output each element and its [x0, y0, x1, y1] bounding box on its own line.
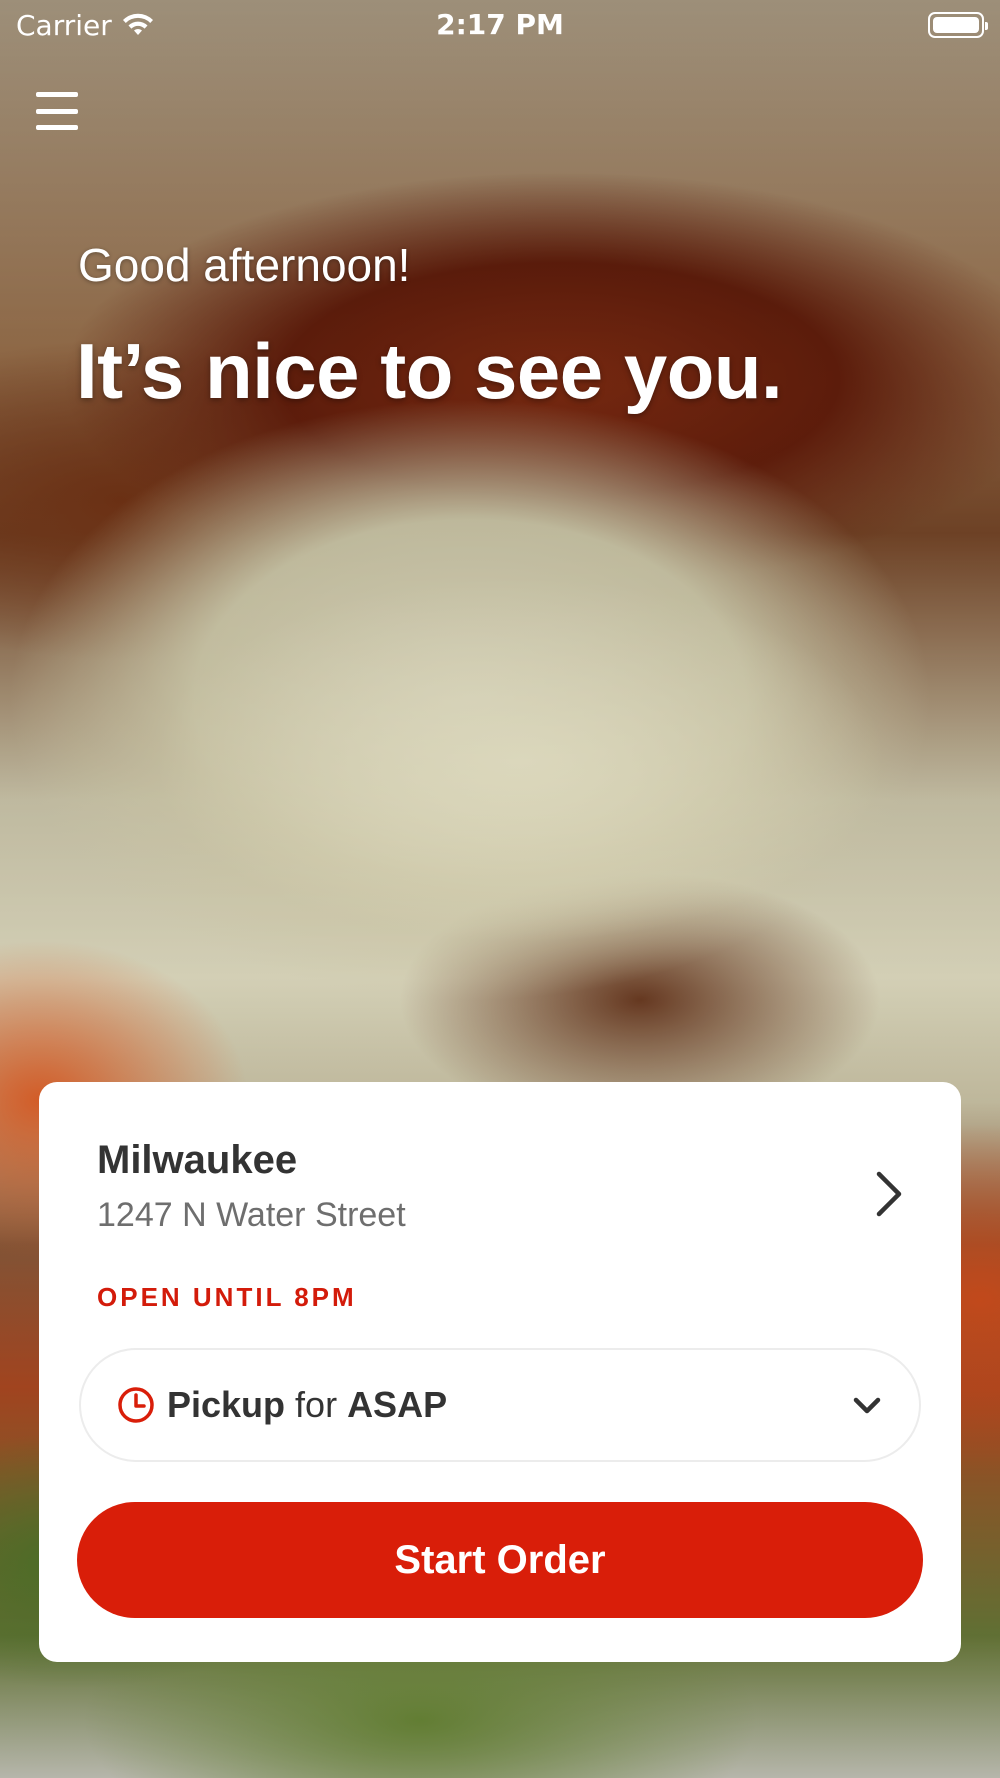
order-mode-type: Pickup	[167, 1384, 286, 1425]
order-mode-selector[interactable]: Pickup for ASAP	[79, 1348, 921, 1462]
location-name: Milwaukee	[97, 1138, 298, 1182]
menu-line	[36, 92, 78, 97]
order-mode-text: Pickup for ASAP	[167, 1384, 447, 1426]
hamburger-menu-icon[interactable]	[36, 92, 78, 130]
menu-line	[36, 108, 78, 114]
menu-line	[36, 125, 78, 130]
location-card: Milwaukee 1247 N Water Street OPEN UNTIL…	[39, 1082, 961, 1662]
start-order-button[interactable]: Start Order	[77, 1502, 923, 1618]
battery-icon	[928, 12, 988, 38]
battery-level	[933, 17, 979, 33]
greeting-text: Good afternoon!	[78, 239, 411, 291]
status-time: 2:17 PM	[436, 8, 564, 41]
location-selector[interactable]: Milwaukee 1247 N Water Street	[97, 1138, 907, 1248]
chevron-right-icon	[876, 1171, 902, 1217]
order-mode-connector: for	[295, 1384, 338, 1425]
store-hours: OPEN UNTIL 8PM	[97, 1282, 357, 1312]
clock-icon	[118, 1387, 154, 1423]
headline-text: It’s nice to see you.	[76, 327, 783, 415]
chevron-down-icon	[853, 1397, 881, 1414]
location-address: 1247 N Water Street	[97, 1196, 406, 1234]
order-mode-time: ASAP	[347, 1384, 448, 1425]
status-bar: Carrier 2:17 PM	[0, 0, 1000, 50]
